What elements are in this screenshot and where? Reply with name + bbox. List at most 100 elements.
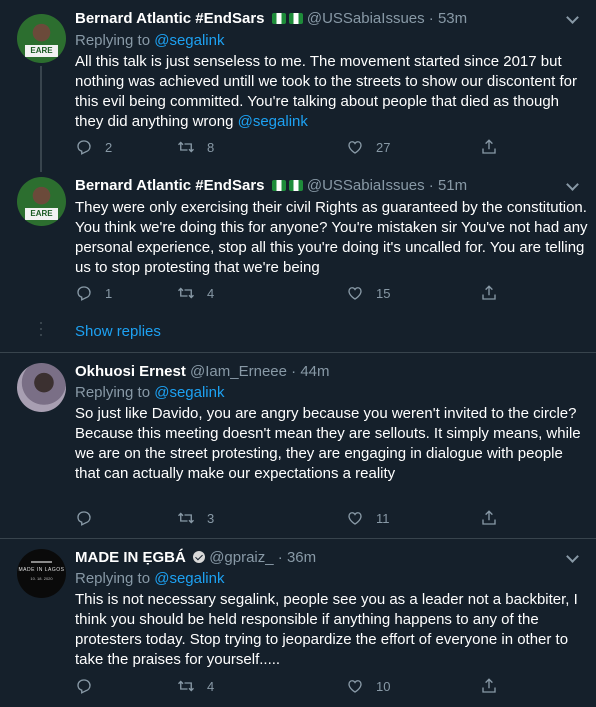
reply-icon bbox=[77, 511, 91, 526]
share-button[interactable] bbox=[480, 137, 498, 157]
avatar-badge: EARE bbox=[25, 45, 58, 57]
chevron-down-icon[interactable] bbox=[565, 553, 579, 563]
nigeria-flag-icon bbox=[288, 180, 303, 191]
replying-to-label: Replying to bbox=[75, 570, 151, 587]
tweet-actions: 2 8 27 bbox=[75, 137, 505, 157]
like-icon bbox=[348, 680, 362, 693]
retweet-count: 4 bbox=[207, 678, 215, 694]
divider bbox=[0, 538, 596, 539]
timestamp[interactable]: · 36m bbox=[278, 549, 316, 566]
like-button[interactable]: 15 bbox=[346, 283, 390, 303]
retweet-count: 3 bbox=[207, 510, 215, 526]
retweet-button[interactable]: 4 bbox=[177, 676, 214, 696]
replying-to-label: Replying to bbox=[75, 384, 151, 401]
reply-count: 2 bbox=[105, 139, 113, 155]
share-button[interactable] bbox=[480, 283, 498, 303]
handle[interactable]: @gpraiz_ bbox=[209, 549, 273, 566]
retweet-icon bbox=[178, 287, 194, 299]
tweet-text: All this talk is just senseless to me. T… bbox=[75, 52, 590, 132]
tweet-actions: 1 4 15 bbox=[75, 283, 505, 303]
like-icon bbox=[348, 287, 362, 300]
show-replies-link[interactable]: Show replies bbox=[75, 322, 161, 342]
tweet-text: This is not necessary segalink, people s… bbox=[75, 590, 590, 670]
reply-button[interactable] bbox=[75, 676, 93, 696]
avatar[interactable] bbox=[17, 363, 66, 412]
avatar-logo-date: 10. 18. 2020 bbox=[30, 576, 53, 581]
avatar[interactable]: EARE bbox=[17, 177, 66, 226]
tweet-header: Okhuosi Ernest @Iam_Erneee · 44m bbox=[75, 362, 330, 382]
replying-to: Replying to @segalink bbox=[75, 383, 224, 403]
handle[interactable]: @USSabiaIssues bbox=[307, 10, 425, 27]
mention-link[interactable]: @segalink bbox=[154, 32, 224, 49]
reply-icon bbox=[77, 286, 91, 301]
retweet-count: 4 bbox=[207, 285, 215, 301]
tweet-text: They were only exercising their civil Ri… bbox=[75, 198, 590, 278]
avatar[interactable]: EARE bbox=[17, 14, 66, 63]
share-button[interactable] bbox=[480, 676, 498, 696]
like-button[interactable]: 10 bbox=[346, 676, 390, 696]
tweet-header: Bernard Atlantic #EndSars @USSabiaIssues… bbox=[75, 176, 467, 196]
tweet-body-paragraph: So just like Davido, you are angry becau… bbox=[75, 405, 577, 422]
share-icon bbox=[482, 285, 496, 300]
retweet-button[interactable]: 8 bbox=[177, 137, 214, 157]
replying-to: Replying to @segalink bbox=[75, 31, 224, 51]
retweet-button[interactable]: 4 bbox=[177, 283, 214, 303]
retweet-button[interactable]: 3 bbox=[177, 508, 214, 528]
like-button[interactable]: 11 bbox=[346, 508, 390, 528]
like-button[interactable]: 27 bbox=[346, 137, 390, 157]
share-icon bbox=[482, 139, 496, 154]
mention-link[interactable]: @segalink bbox=[154, 384, 224, 401]
nigeria-flag-icon bbox=[271, 180, 286, 191]
share-icon bbox=[482, 678, 496, 693]
like-count: 10 bbox=[376, 678, 391, 694]
reply-button[interactable]: 2 bbox=[75, 137, 112, 157]
like-icon bbox=[348, 141, 362, 154]
retweet-icon bbox=[178, 512, 194, 524]
display-name[interactable]: Okhuosi Ernest bbox=[75, 363, 186, 380]
display-name[interactable]: Bernard Atlantic #EndSars bbox=[75, 177, 265, 194]
chevron-down-icon[interactable] bbox=[565, 181, 579, 191]
thread-dots bbox=[40, 322, 42, 340]
avatar-badge: EARE bbox=[25, 208, 58, 220]
mention-link[interactable]: @segalink bbox=[154, 570, 224, 587]
thread-line bbox=[40, 66, 42, 172]
timestamp[interactable]: · 53m bbox=[429, 10, 467, 27]
tweet-body: They were only exercising their civil Ri… bbox=[75, 199, 588, 276]
display-name[interactable]: MADE IN ẸGBÁ bbox=[75, 549, 186, 566]
tweet-text: So just like Davido, you are angry becau… bbox=[75, 404, 590, 484]
reply-icon bbox=[77, 679, 91, 694]
tweet-body: This is not necessary segalink, people s… bbox=[75, 591, 578, 668]
like-count: 27 bbox=[376, 139, 391, 155]
tweet-body: All this talk is just senseless to me. T… bbox=[75, 53, 577, 130]
share-icon bbox=[482, 510, 496, 525]
reply-button[interactable]: 1 bbox=[75, 283, 112, 303]
retweet-count: 8 bbox=[207, 139, 215, 155]
reply-button[interactable] bbox=[75, 508, 93, 528]
avatar[interactable]: MADE IN LAGOS 10. 18. 2020 bbox=[17, 549, 66, 598]
retweet-icon bbox=[178, 141, 194, 153]
timestamp[interactable]: · 51m bbox=[429, 177, 467, 194]
nigeria-flag-icon bbox=[288, 13, 303, 24]
like-count: 15 bbox=[376, 285, 391, 301]
avatar-logo-text: MADE IN LAGOS bbox=[18, 567, 65, 573]
avatar-logo-bar bbox=[31, 561, 52, 563]
tweet-actions: 4 10 bbox=[75, 676, 505, 696]
tweet-header: Bernard Atlantic #EndSars @USSabiaIssues… bbox=[75, 9, 467, 29]
tweet-body-paragraph: Because this meeting doesn't mean they a… bbox=[75, 425, 581, 482]
display-name[interactable]: Bernard Atlantic #EndSars bbox=[75, 10, 265, 27]
replying-to-label: Replying to bbox=[75, 32, 151, 49]
chevron-down-icon[interactable] bbox=[565, 14, 579, 24]
share-button[interactable] bbox=[480, 508, 498, 528]
like-icon bbox=[348, 512, 362, 525]
mention-link[interactable]: @segalink bbox=[238, 113, 308, 130]
reply-count: 1 bbox=[105, 285, 113, 301]
replying-to: Replying to @segalink bbox=[75, 569, 224, 589]
nigeria-flag-icon bbox=[271, 13, 286, 24]
tweet-actions: 3 11 bbox=[75, 508, 505, 528]
divider bbox=[0, 352, 596, 353]
handle[interactable]: @Iam_Erneee bbox=[190, 363, 287, 380]
reply-icon bbox=[77, 140, 91, 155]
handle[interactable]: @USSabiaIssues bbox=[307, 177, 425, 194]
timestamp[interactable]: · 44m bbox=[291, 363, 329, 380]
like-count: 11 bbox=[376, 510, 390, 526]
